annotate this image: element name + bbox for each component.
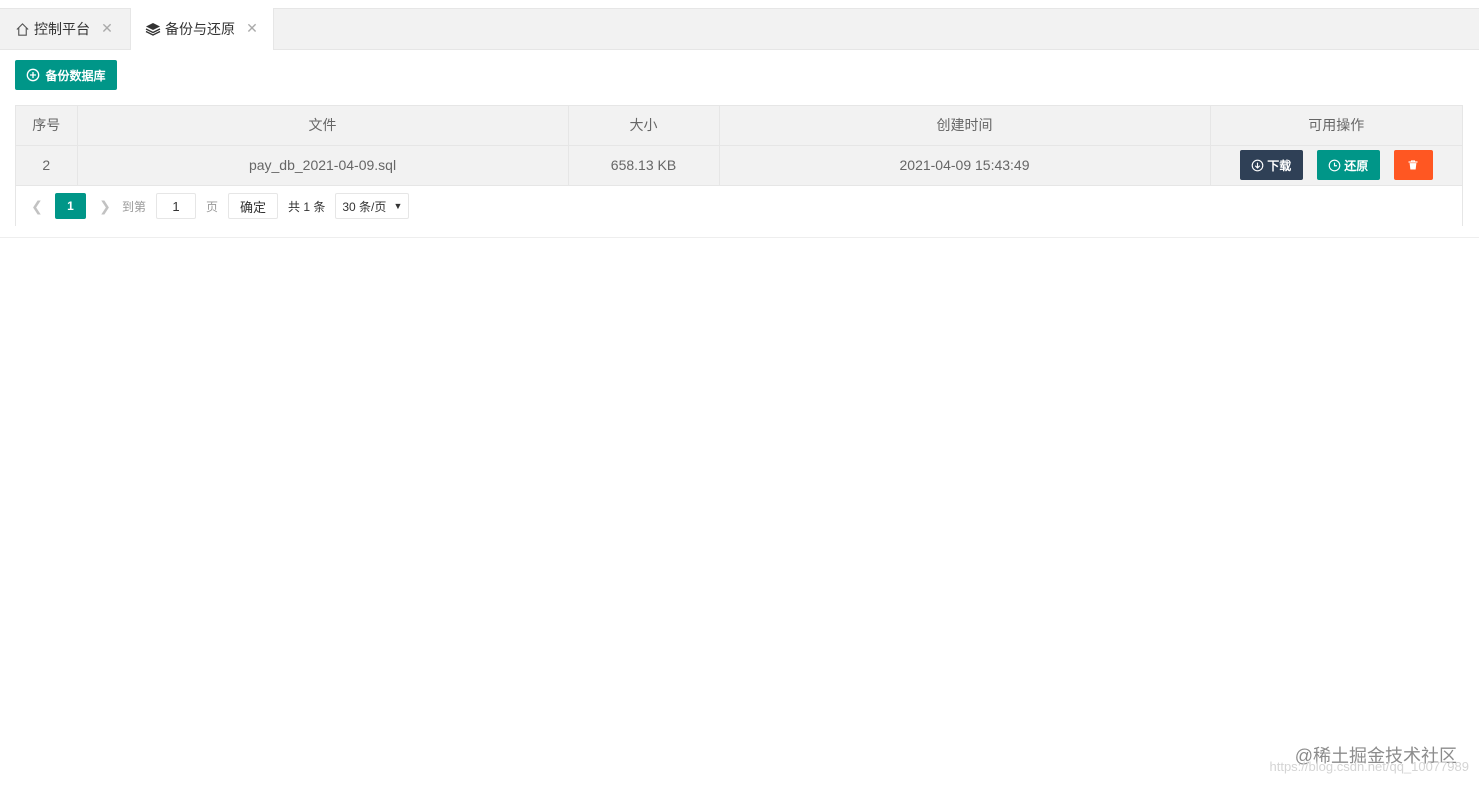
prev-page-icon[interactable]: ❮ <box>28 193 46 219</box>
download-button[interactable]: 下载 <box>1239 150 1303 180</box>
next-page-icon[interactable]: ❯ <box>96 193 114 219</box>
restore-button[interactable]: 还原 <box>1316 150 1380 180</box>
cell-index: 2 <box>16 145 78 185</box>
goto-suffix: 页 <box>206 199 219 214</box>
tab-backup-restore[interactable]: 备份与还原 ✕ <box>130 8 274 50</box>
watermark-url: https://blog.csdn.net/qq_10077989 <box>1269 759 1470 774</box>
column-header-size[interactable]: 大小 <box>568 106 720 146</box>
goto-page-input[interactable]: 1 <box>156 193 197 219</box>
cell-actions: 下载 还原 <box>1210 145 1462 185</box>
close-icon[interactable]: ✕ <box>100 21 114 35</box>
column-header-actions[interactable]: 可用操作 <box>1210 106 1462 146</box>
page-size-value: 30 条/页 <box>342 199 387 214</box>
backup-table: 序号 文件 大小 创建时间 可用操作 2 pay_db_2021-04-09.s… <box>15 105 1463 226</box>
cell-created: 2021-04-09 15:43:49 <box>719 145 1211 185</box>
page-current[interactable]: 1 <box>55 193 86 219</box>
column-header-index[interactable]: 序号 <box>16 106 78 146</box>
backup-database-button[interactable]: 备份数据库 <box>15 60 117 90</box>
download-icon <box>1251 159 1264 171</box>
tab-console[interactable]: 控制平台 ✕ <box>0 8 130 50</box>
close-icon[interactable]: ✕ <box>245 21 259 35</box>
clock-icon <box>1328 159 1341 171</box>
table-row[interactable]: 2 pay_db_2021-04-09.sql 658.13 KB 2021-0… <box>16 145 1462 185</box>
add-circle-icon <box>27 68 40 82</box>
download-label: 下载 <box>1267 158 1292 173</box>
backup-button-label: 备份数据库 <box>45 68 106 83</box>
goto-confirm-button[interactable]: 确定 <box>228 193 279 219</box>
page-size-select[interactable]: 30 条/页 ▼ <box>335 193 410 219</box>
trash-icon <box>1408 160 1418 170</box>
cell-file: pay_db_2021-04-09.sql <box>77 145 569 185</box>
cell-size: 658.13 KB <box>568 145 720 185</box>
restore-label: 还原 <box>1344 158 1369 173</box>
goto-prefix: 到第 <box>122 199 147 214</box>
total-count: 共 1 条 <box>288 199 326 214</box>
pagination: ❮ 1 ❯ 到第 1 页 确定 共 1 条 30 条/页 ▼ <box>16 186 1462 226</box>
tab-bar: 控制平台 ✕ 备份与还原 ✕ <box>0 8 1479 50</box>
tab-label: 控制平台 <box>34 21 90 37</box>
home-icon <box>14 21 30 37</box>
column-header-created[interactable]: 创建时间 <box>719 106 1211 146</box>
main-content: 备份数据库 序号 文件 大小 创建时间 可用操作 2 pay_db_2021-0… <box>0 50 1479 238</box>
layers-icon <box>145 21 161 37</box>
caret-down-icon: ▼ <box>393 201 403 211</box>
column-header-file[interactable]: 文件 <box>77 106 569 146</box>
tab-label: 备份与还原 <box>165 21 235 37</box>
delete-button[interactable] <box>1393 150 1433 180</box>
table-header-row: 序号 文件 大小 创建时间 可用操作 <box>16 106 1462 146</box>
